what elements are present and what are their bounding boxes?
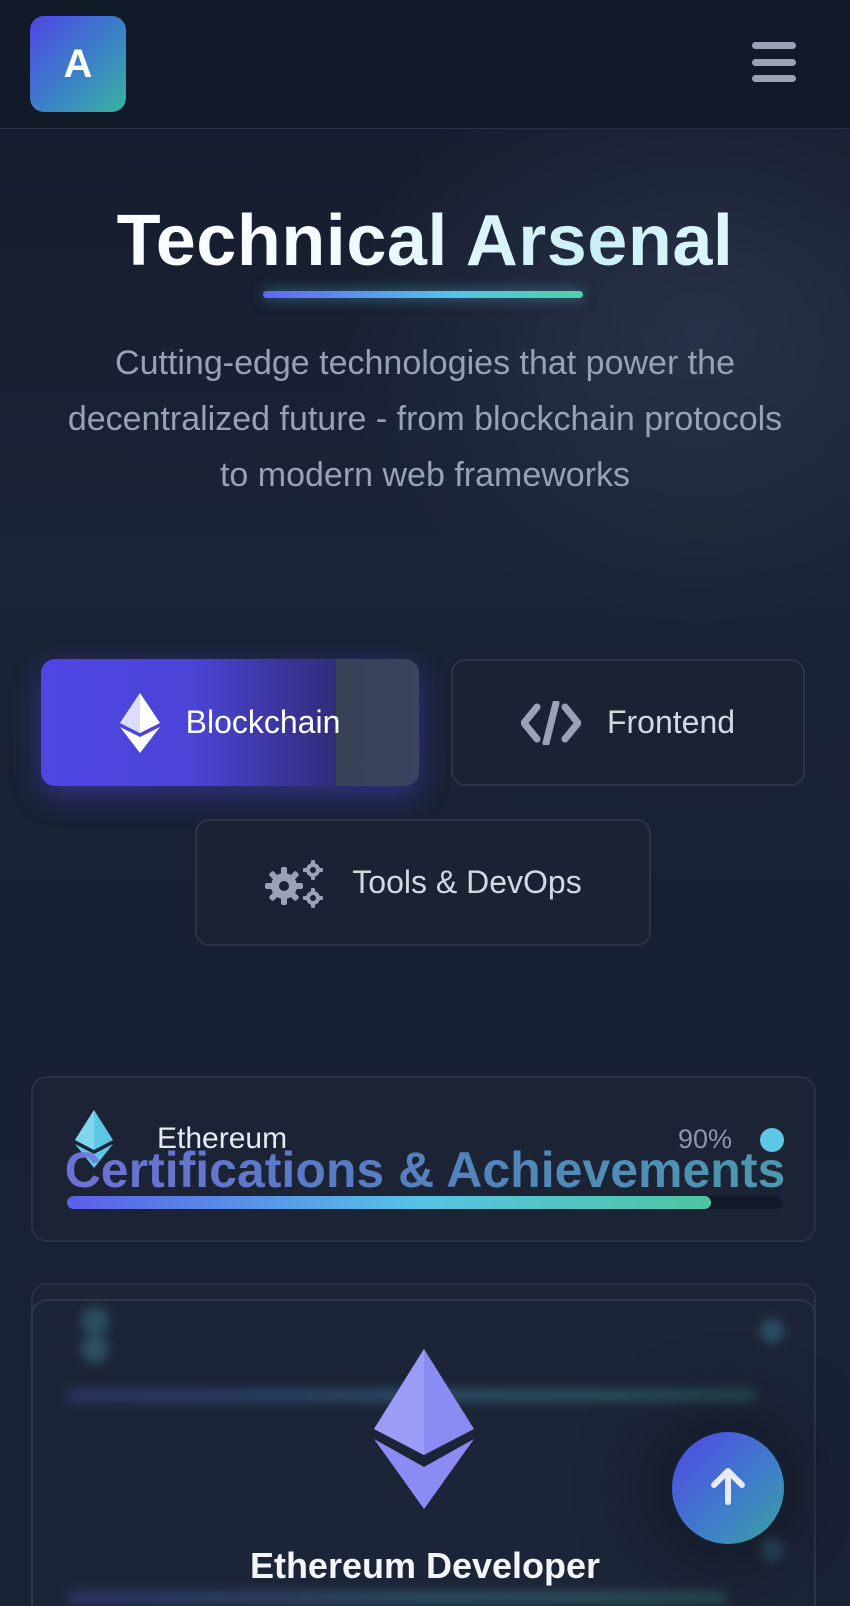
certification-title: Ethereum Developer — [249, 1545, 601, 1586]
tab-blockchain[interactable]: Blockchain — [41, 659, 419, 786]
hamburger-icon-bar — [752, 58, 796, 66]
section-subtitle: Cutting-edge technologies that power the… — [67, 344, 783, 494]
top-header: A — [0, 0, 850, 129]
hamburger-icon-bar — [752, 75, 796, 82]
tab-tools-devops[interactable]: Tools & DevOps — [195, 819, 651, 946]
scroll-to-top-button[interactable] — [672, 1432, 784, 1544]
certifications-heading: Certifications & Achievements — [0, 1140, 850, 1200]
code-icon — [520, 700, 581, 745]
tab-label: Blockchain — [185, 704, 341, 740]
arrow-up-icon — [708, 1466, 748, 1511]
logo-letter: A — [63, 41, 93, 86]
tab-label: Frontend — [606, 704, 736, 740]
section-title: Technical Arsenal — [0, 200, 850, 282]
hamburger-icon-bar — [752, 42, 796, 49]
tab-label: Tools & DevOps — [352, 864, 582, 900]
gears-icon — [264, 858, 326, 908]
ethereum-icon — [119, 692, 160, 753]
title-underline — [263, 291, 583, 298]
tab-frontend[interactable]: Frontend — [451, 659, 805, 786]
menu-button[interactable] — [752, 42, 796, 82]
logo[interactable]: A — [30, 16, 126, 112]
ethereum-icon — [374, 1349, 474, 1514]
